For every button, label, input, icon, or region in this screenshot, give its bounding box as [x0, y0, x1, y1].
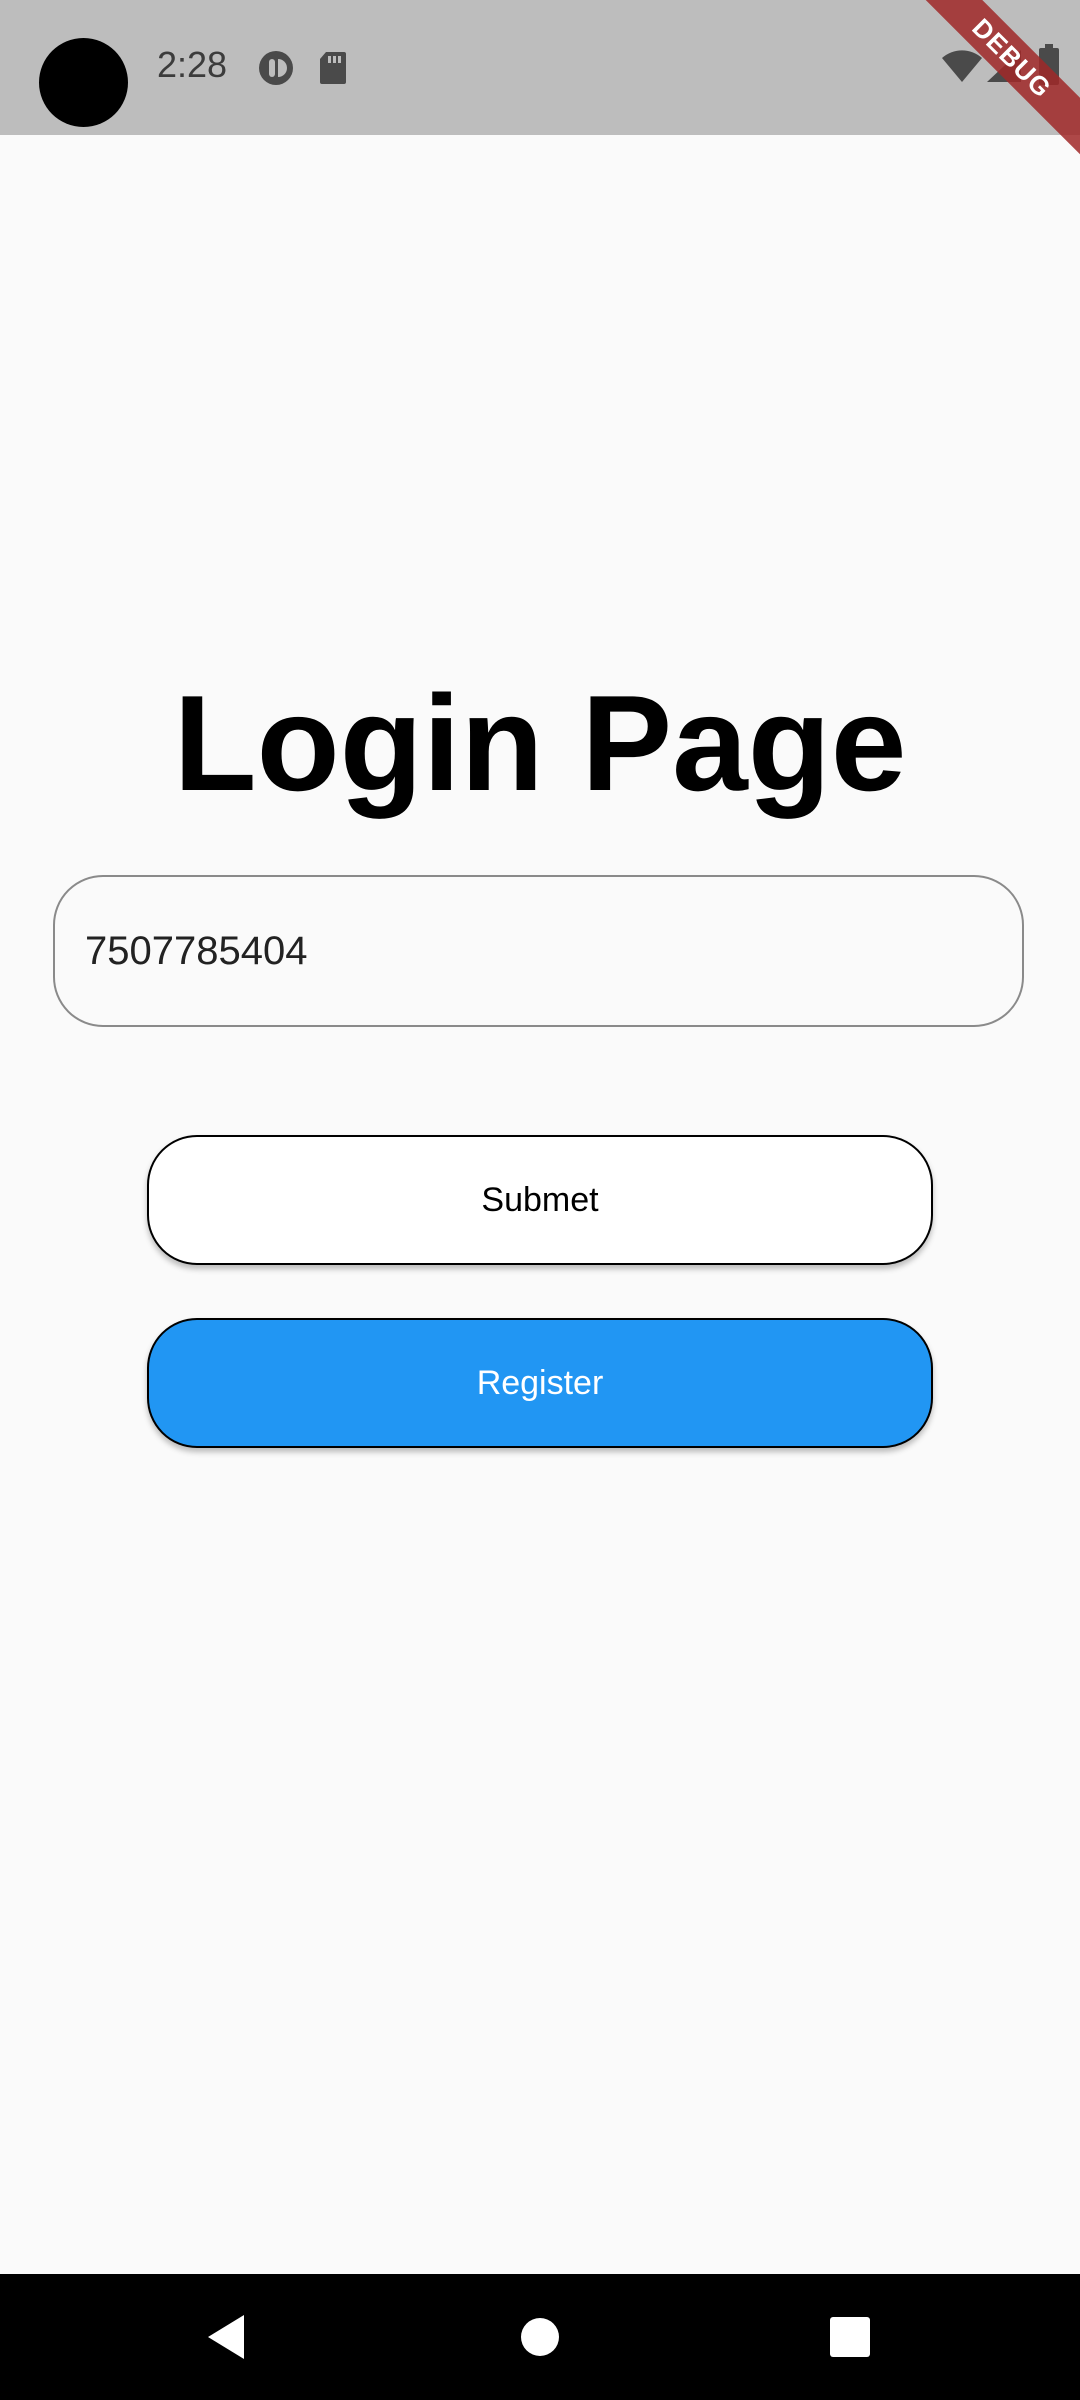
signal-icon: [985, 48, 1025, 89]
page-title: Login Page: [173, 667, 907, 819]
status-bar: 2:28: [0, 0, 1080, 135]
home-icon: [521, 2318, 559, 2356]
sd-card-icon: [318, 50, 348, 91]
back-icon: [208, 2315, 244, 2359]
recents-icon: [830, 2317, 870, 2357]
login-screen: 2:28 DEBUG Login Page 7507785404 Submet …: [0, 0, 1080, 2400]
status-time: 2:28: [157, 44, 228, 85]
recents-button[interactable]: [770, 2274, 930, 2400]
submit-button[interactable]: Submet: [147, 1135, 933, 1265]
navigation-bar: [0, 2274, 1080, 2400]
phone-number-input[interactable]: [53, 875, 1024, 1027]
home-button[interactable]: [460, 2274, 620, 2400]
wifi-icon: [940, 48, 984, 89]
back-button[interactable]: [146, 2274, 306, 2400]
battery-icon: [1038, 44, 1060, 91]
register-button[interactable]: Register: [147, 1318, 933, 1448]
app-notification-icon: [258, 50, 294, 91]
camera-cutout: [39, 38, 128, 127]
